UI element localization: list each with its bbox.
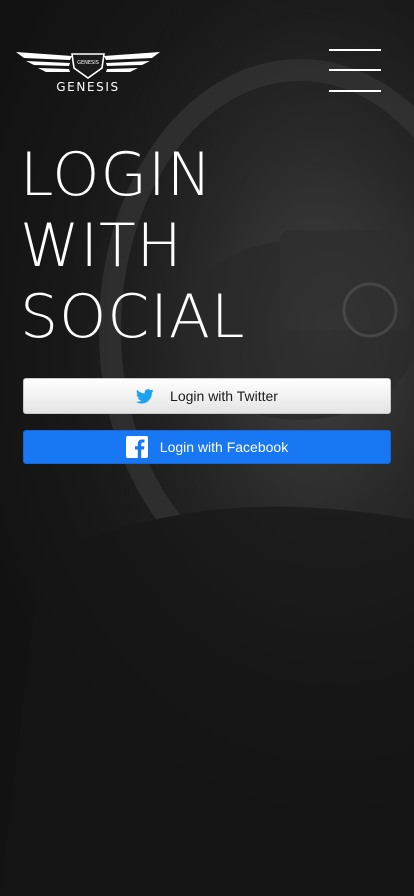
login-facebook-button[interactable]: Login with Facebook bbox=[23, 430, 391, 464]
hamburger-menu-icon[interactable] bbox=[329, 49, 381, 93]
login-twitter-button[interactable]: Login with Twitter bbox=[23, 378, 391, 414]
login-screen: GENESIS GENESIS LOGIN WITH SOCIAL Login … bbox=[0, 0, 414, 896]
menu-line bbox=[329, 90, 381, 92]
title-line-3: SOCIAL bbox=[20, 282, 246, 352]
page-title: LOGIN WITH SOCIAL bbox=[20, 140, 245, 353]
menu-line bbox=[329, 69, 381, 71]
twitter-button-label: Login with Twitter bbox=[170, 388, 278, 404]
title-line-2: WITH bbox=[20, 211, 183, 281]
header: GENESIS GENESIS bbox=[0, 0, 414, 110]
twitter-bird-icon bbox=[136, 388, 154, 404]
brand-wordmark: GENESIS bbox=[56, 80, 120, 94]
title-line-1: LOGIN bbox=[20, 140, 213, 210]
logo-badge-text: GENESIS bbox=[77, 60, 99, 66]
menu-line bbox=[329, 49, 381, 51]
facebook-button-label: Login with Facebook bbox=[159, 439, 289, 455]
facebook-icon bbox=[125, 436, 148, 458]
